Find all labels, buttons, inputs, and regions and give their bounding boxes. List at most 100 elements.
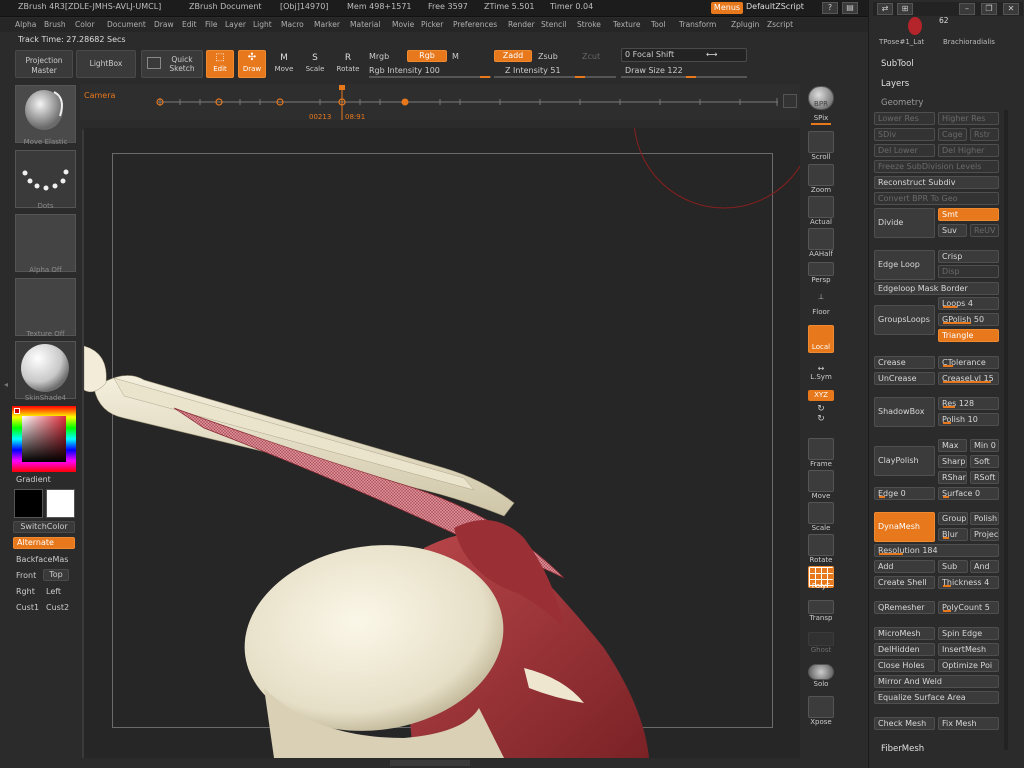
rgb-button[interactable]: Rgb bbox=[407, 50, 447, 62]
persp-button[interactable]: Persp bbox=[805, 262, 837, 284]
project-toggle[interactable]: Projec bbox=[970, 528, 999, 541]
canvas-bottom-scroll-handle[interactable] bbox=[390, 760, 470, 766]
higher-res-button[interactable]: Higher Res bbox=[938, 112, 999, 125]
panel-scrollbar[interactable] bbox=[1004, 110, 1008, 750]
menu-alpha[interactable]: Alpha bbox=[15, 20, 36, 29]
smt-toggle[interactable]: Smt bbox=[938, 208, 999, 221]
timeline[interactable]: Camera 00213 08:91 bbox=[80, 84, 800, 121]
texture-thumbnail[interactable] bbox=[15, 278, 76, 336]
primary-color-swatch[interactable] bbox=[14, 489, 43, 518]
reuv-button[interactable]: ReUV bbox=[970, 224, 999, 237]
triangle-toggle[interactable]: Triangle bbox=[938, 329, 999, 342]
draw-mode-button[interactable]: ✣ Draw bbox=[238, 50, 266, 78]
suv-toggle[interactable]: Suv bbox=[938, 224, 967, 237]
front-view-button[interactable]: Front bbox=[16, 571, 36, 580]
menu-tool[interactable]: Tool bbox=[651, 20, 666, 29]
left-collapse-arrow-icon[interactable]: ◂ bbox=[4, 380, 10, 392]
menu-material[interactable]: Material bbox=[350, 20, 380, 29]
menu-light[interactable]: Light bbox=[253, 20, 272, 29]
scroll-button[interactable]: Scroll bbox=[805, 131, 837, 161]
alpha-thumbnail[interactable] bbox=[15, 214, 76, 272]
help-icon[interactable]: ? bbox=[822, 2, 838, 14]
projection-master-button[interactable]: Projection Master bbox=[15, 50, 73, 78]
xpose-button[interactable]: Xpose bbox=[805, 696, 837, 726]
m-button[interactable]: M bbox=[452, 52, 459, 61]
custom1-view-button[interactable]: Cust1 bbox=[16, 603, 39, 612]
draw-size-slider[interactable]: Draw Size 122 bbox=[625, 66, 683, 75]
menu-transform[interactable]: Transform bbox=[679, 20, 716, 29]
create-shell-button[interactable]: Create Shell bbox=[874, 576, 935, 589]
switchcolor-button[interactable]: SwitchColor bbox=[13, 521, 75, 533]
loops-slider[interactable]: Loops 4 bbox=[938, 297, 999, 310]
floor-button[interactable]: ⊥ Floor bbox=[805, 292, 837, 316]
crisp-toggle[interactable]: Crisp bbox=[938, 250, 999, 263]
quick-sketch-button[interactable]: Quick Sketch bbox=[141, 50, 203, 78]
menu-edit[interactable]: Edit bbox=[182, 20, 197, 29]
aahalf-button[interactable]: AAHalf bbox=[805, 228, 837, 258]
timeline-toggle-button[interactable] bbox=[783, 94, 797, 108]
menu-color[interactable]: Color bbox=[75, 20, 95, 29]
rgb-intensity-slider[interactable]: Rgb Intensity 100 bbox=[369, 66, 440, 75]
freeze-subdiv-button[interactable]: Freeze SubDivision Levels bbox=[874, 160, 999, 173]
del-lower-button[interactable]: Del Lower bbox=[874, 144, 935, 157]
rshar-slider[interactable]: RShar bbox=[938, 471, 967, 484]
blur-slider[interactable]: Blur bbox=[938, 528, 968, 541]
color-picker[interactable] bbox=[12, 406, 76, 472]
menu-document[interactable]: Document bbox=[107, 20, 146, 29]
saturation-square[interactable] bbox=[22, 416, 66, 462]
divide-button[interactable]: Divide bbox=[874, 208, 935, 238]
menu-draw[interactable]: Draw bbox=[154, 20, 174, 29]
move-button[interactable]: Move bbox=[805, 470, 837, 500]
crease-button[interactable]: Crease bbox=[874, 356, 935, 369]
subtool-thumbnails[interactable]: 62 TPose#1_Lat Brachioradialis bbox=[877, 14, 1017, 48]
spin-edge-button[interactable]: Spin Edge bbox=[938, 627, 999, 640]
cage-button[interactable]: Cage bbox=[938, 128, 967, 141]
menu-marker[interactable]: Marker bbox=[314, 20, 340, 29]
scale-button[interactable]: Scale bbox=[805, 502, 837, 532]
gpolish-slider[interactable]: GPolish 50 bbox=[938, 313, 999, 326]
uncrease-button[interactable]: UnCrease bbox=[874, 372, 935, 385]
frame-button[interactable]: Frame bbox=[805, 438, 837, 468]
mrgb-button[interactable]: Mrgb bbox=[369, 52, 389, 61]
zoom-button[interactable]: Zoom bbox=[805, 164, 837, 194]
menu-brush[interactable]: Brush bbox=[44, 20, 66, 29]
disp-slider[interactable]: Disp bbox=[938, 265, 999, 278]
transp-button[interactable]: Transp bbox=[805, 600, 837, 622]
focal-shift-slider[interactable]: 0 Focal Shift ⟷ bbox=[621, 48, 747, 62]
dynamesh-button[interactable]: DynaMesh bbox=[874, 512, 935, 542]
close-holes-button[interactable]: Close Holes bbox=[874, 659, 935, 672]
sharp-slider[interactable]: Sharp bbox=[938, 455, 967, 468]
check-mesh-button[interactable]: Check Mesh bbox=[874, 717, 935, 730]
add-button[interactable]: Add bbox=[874, 560, 935, 573]
surface-slider[interactable]: Surface 0 bbox=[938, 487, 999, 500]
polish-slider[interactable]: Polish 10 bbox=[938, 413, 999, 426]
menu-render[interactable]: Render bbox=[508, 20, 535, 29]
menu-zscript[interactable]: Zscript bbox=[767, 20, 793, 29]
and-button[interactable]: And bbox=[970, 560, 999, 573]
sculpt-viewport[interactable] bbox=[84, 128, 800, 758]
solo-button[interactable]: Solo bbox=[805, 664, 837, 688]
lsym-button[interactable]: ↔ L.Sym bbox=[805, 364, 837, 381]
sdiv-slider[interactable]: SDiv bbox=[874, 128, 935, 141]
top-view-button[interactable]: Top bbox=[43, 569, 69, 581]
stroke-thumbnail[interactable] bbox=[15, 150, 76, 208]
document-canvas[interactable] bbox=[84, 128, 800, 758]
layout-icon[interactable]: ▤ bbox=[842, 2, 858, 14]
material-thumbnail[interactable] bbox=[15, 341, 76, 399]
min-slider[interactable]: Min 0 bbox=[970, 439, 999, 452]
default-zscript-button[interactable]: DefaultZScript bbox=[746, 2, 804, 11]
rotation-axis-icon[interactable]: ↻ ↻ bbox=[805, 404, 837, 424]
fibermesh-section[interactable]: FiberMesh bbox=[881, 744, 924, 754]
local-button[interactable]: Local bbox=[805, 325, 837, 361]
rsoft-slider[interactable]: RSoft bbox=[970, 471, 999, 484]
backface-mask-button[interactable]: BackfaceMas bbox=[16, 555, 68, 564]
secondary-color-swatch[interactable] bbox=[46, 489, 75, 518]
resolution-slider[interactable]: Resolution 184 bbox=[874, 544, 999, 557]
polycount-slider[interactable]: PolyCount 5 bbox=[938, 601, 999, 614]
res-slider[interactable]: Res 128 bbox=[938, 397, 999, 410]
group-toggle[interactable]: Group bbox=[938, 512, 968, 525]
menu-stroke[interactable]: Stroke bbox=[577, 20, 601, 29]
menus-toggle-button[interactable]: Menus bbox=[711, 2, 743, 14]
rstr-button[interactable]: Rstr bbox=[970, 128, 999, 141]
optimize-points-button[interactable]: Optimize Poi bbox=[938, 659, 999, 672]
